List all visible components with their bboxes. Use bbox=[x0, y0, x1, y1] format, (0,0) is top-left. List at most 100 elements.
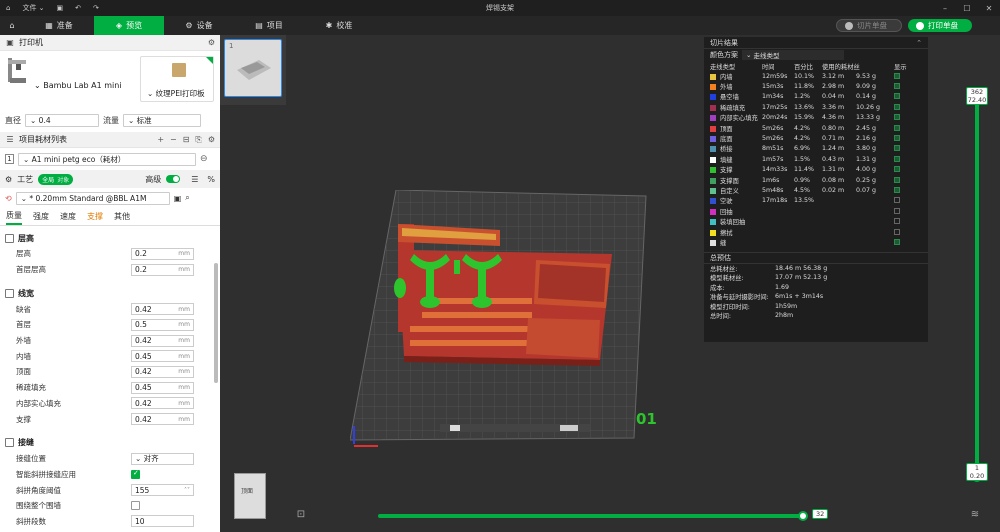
setting-input[interactable]: 0.45 mm bbox=[131, 350, 194, 363]
process-preset-select[interactable]: ⌄ * 0.20mm Standard @BBL A1M bbox=[15, 191, 170, 205]
feature-table: 走线类型 时间 百分比 使用的耗材丝 显示 内墙 12m59s 10.1% 3.12 … bbox=[704, 61, 928, 248]
app-logo-icon[interactable]: ⌂ bbox=[0, 0, 16, 16]
list-view-icon[interactable]: ☰ bbox=[191, 175, 198, 184]
slice-plate-button[interactable]: 切片单盘 bbox=[836, 19, 902, 32]
feature-display-checkbox[interactable] bbox=[894, 218, 900, 225]
setting-unit: mm bbox=[178, 250, 190, 258]
filament-remove-icon[interactable]: ⊖ bbox=[200, 154, 208, 164]
percent-icon[interactable]: % bbox=[207, 175, 215, 184]
feature-display-checkbox[interactable] bbox=[894, 207, 900, 214]
redo-icon[interactable]: ↷ bbox=[87, 0, 105, 16]
setting-input[interactable]: 0.42 mm bbox=[131, 413, 194, 426]
feature-display-cell bbox=[892, 92, 928, 102]
file-menu[interactable]: 文件 ⌄ bbox=[16, 0, 50, 16]
minimize-icon[interactable]: – bbox=[934, 0, 956, 16]
move-slider-handle[interactable] bbox=[798, 511, 808, 521]
global-object-toggle[interactable]: 全局 对象 bbox=[38, 173, 74, 185]
subtab-support[interactable]: 支撑 bbox=[87, 211, 103, 225]
flow-select[interactable]: ⌄ 标准 bbox=[123, 113, 201, 127]
feature-display-checkbox[interactable] bbox=[894, 93, 900, 100]
3d-viewport[interactable]: 1 01 切片结果 ⌃ 颜色方案 ⌄ 走线类型 走线类型 时间 百分比 使用的耗… bbox=[220, 35, 1000, 532]
remove-filament-icon[interactable]: − bbox=[170, 135, 177, 145]
overview-key: 准备与延时摄影时间: bbox=[710, 294, 769, 302]
sync-filament-icon[interactable]: ⊟ bbox=[183, 135, 190, 145]
tab-calibration[interactable]: ✱ 校准 bbox=[304, 16, 374, 35]
filament-list-icon[interactable]: ⎘ bbox=[195, 135, 201, 145]
feature-row: 悬空墙 1m34s 1.2% 0.04 m 0.14 g bbox=[704, 92, 928, 102]
layer-slider[interactable] bbox=[972, 90, 982, 482]
scarf-angle-label: 斜拼角度阈值 bbox=[16, 485, 61, 495]
nozzle-select[interactable]: ⌄ 0.4 bbox=[25, 113, 99, 127]
stepper-icon[interactable]: ˄˅ bbox=[184, 487, 193, 494]
subtab-others[interactable]: 其他 bbox=[114, 211, 130, 225]
save-preset-icon[interactable]: ▣ bbox=[174, 194, 182, 203]
color-scheme-row: 颜色方案 ⌄ 走线类型 bbox=[704, 49, 928, 61]
close-icon[interactable]: ✕ bbox=[978, 0, 1000, 16]
add-filament-icon[interactable]: + bbox=[157, 135, 164, 145]
feature-display-checkbox[interactable] bbox=[894, 114, 900, 121]
feature-display-cell bbox=[892, 81, 928, 91]
feature-display-checkbox[interactable] bbox=[894, 83, 900, 90]
feature-display-checkbox[interactable] bbox=[894, 186, 900, 193]
feature-display-checkbox[interactable] bbox=[894, 166, 900, 173]
subtab-speed[interactable]: 速度 bbox=[60, 211, 76, 225]
setting-input[interactable]: 0.42 mm bbox=[131, 397, 194, 410]
plate-type-select[interactable]: ⌄ 纹理PEI打印板 bbox=[140, 56, 214, 102]
setting-input[interactable]: 0.45 mm bbox=[131, 381, 194, 394]
print-plate-button[interactable]: 打印单盘 bbox=[908, 19, 972, 32]
filament-select[interactable]: ⌄ A1 mini petg eco（耗材） bbox=[18, 152, 196, 166]
tab-project[interactable]: ▤ 项目 bbox=[234, 16, 304, 35]
collapse-icon[interactable]: ⌃ bbox=[916, 39, 922, 47]
title-bar: ⌂ 文件 ⌄ ▣ ↶ ↷ 焊锡支架 – ☐ ✕ bbox=[0, 0, 1000, 16]
feature-display-checkbox[interactable] bbox=[894, 155, 900, 162]
setting-input[interactable]: 0.42 mm bbox=[131, 303, 194, 316]
feature-length: 4.36 m bbox=[822, 114, 845, 122]
scarf-wrap-checkbox[interactable] bbox=[131, 501, 140, 511]
search-icon[interactable]: ⌕ bbox=[185, 193, 189, 203]
setting-input[interactable]: 0.2 mm bbox=[131, 247, 194, 260]
setting-row: 层高 0.2 mm bbox=[0, 246, 220, 262]
feature-display-checkbox[interactable] bbox=[894, 124, 900, 131]
printer-settings-icon[interactable]: ⚙ bbox=[208, 38, 215, 47]
scarf-steps-input[interactable]: 10 bbox=[131, 515, 194, 528]
setting-input[interactable]: 0.5 mm bbox=[131, 318, 194, 331]
process-subtabs: 质量 强度 速度 支撑 其他 bbox=[0, 208, 220, 226]
feature-display-checkbox[interactable] bbox=[894, 103, 900, 110]
tab-prepare[interactable]: ▦ 准备 bbox=[24, 16, 94, 35]
filament-settings-icon[interactable]: ⚙ bbox=[208, 135, 215, 145]
feature-display-checkbox[interactable] bbox=[894, 197, 900, 204]
save-icon[interactable]: ▣ bbox=[51, 0, 70, 16]
layers-icon[interactable]: ≋ bbox=[968, 507, 982, 521]
plate-thumbnail[interactable]: 1 bbox=[224, 39, 282, 97]
smart-scarf-checkbox[interactable] bbox=[131, 469, 140, 479]
setting-input[interactable]: 0.42 mm bbox=[131, 365, 194, 378]
feature-display-cell bbox=[892, 227, 928, 237]
feature-display-checkbox[interactable] bbox=[894, 72, 900, 79]
undo-icon[interactable]: ↶ bbox=[69, 0, 87, 16]
view-cube[interactable]: 顶面 bbox=[234, 473, 266, 519]
feature-display-checkbox[interactable] bbox=[894, 145, 900, 152]
tab-preview[interactable]: ◈ 预览 bbox=[94, 16, 164, 35]
scarf-angle-input[interactable]: 155 ˄˅ bbox=[131, 484, 194, 497]
maximize-icon[interactable]: ☐ bbox=[956, 0, 978, 16]
feature-display-checkbox[interactable] bbox=[894, 228, 900, 235]
subtab-quality[interactable]: 质量 bbox=[6, 210, 22, 225]
home-icon[interactable]: ⌂ bbox=[0, 16, 24, 35]
printer-select[interactable]: ⌄ Bambu Lab A1 mini bbox=[34, 81, 122, 90]
feature-weight: 10.26 g bbox=[856, 103, 881, 111]
color-scheme-select[interactable]: ⌄ 走线类型 bbox=[742, 50, 844, 60]
fit-view-icon[interactable]: ⊡ bbox=[294, 507, 308, 521]
subtab-strength[interactable]: 强度 bbox=[33, 211, 49, 225]
feature-display-checkbox[interactable] bbox=[894, 238, 900, 245]
feature-color-swatch bbox=[710, 146, 716, 153]
feature-display-checkbox[interactable] bbox=[894, 135, 900, 142]
setting-input[interactable]: 0.42 mm bbox=[131, 334, 194, 347]
left-scrollbar[interactable] bbox=[214, 263, 218, 383]
tab-device[interactable]: ⚙ 设备 bbox=[164, 16, 234, 35]
move-slider[interactable] bbox=[378, 511, 808, 521]
setting-input[interactable]: 0.2 mm bbox=[131, 263, 194, 276]
seam-position-select[interactable]: ⌄ 对齐 bbox=[131, 452, 194, 465]
setting-value: 0.42 bbox=[135, 398, 152, 408]
advanced-switch[interactable] bbox=[166, 175, 181, 183]
feature-display-checkbox[interactable] bbox=[894, 176, 900, 183]
